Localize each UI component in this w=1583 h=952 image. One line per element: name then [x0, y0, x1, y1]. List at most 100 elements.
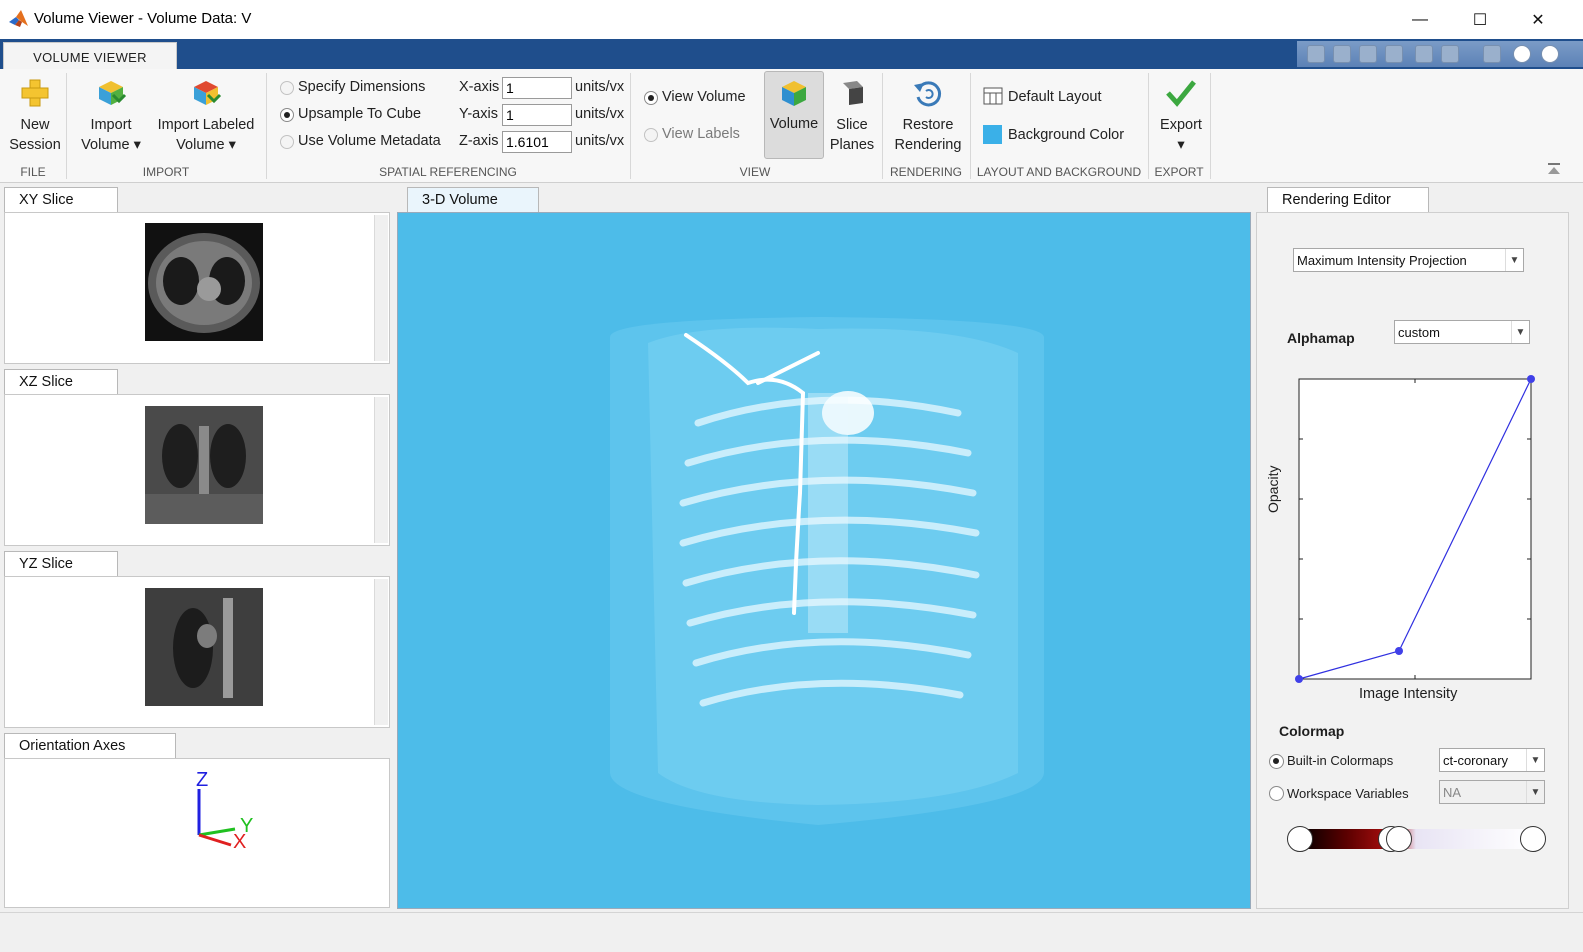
y-axis-input[interactable] [502, 104, 572, 126]
xy-slice-scrollbar[interactable] [374, 215, 388, 361]
yz-slice-image[interactable] [145, 588, 263, 706]
cut-icon[interactable] [1333, 45, 1351, 63]
axis-z-label: Z [196, 769, 209, 791]
upsample-to-cube-radio[interactable] [280, 108, 294, 122]
minimize-button[interactable]: — [1397, 6, 1443, 34]
orientation-axes-panel: Z Y X [4, 758, 390, 908]
tab-rendering-editor[interactable]: Rendering Editor [1267, 187, 1429, 213]
view-labels-label: View Labels [662, 126, 740, 142]
view-volume-label: View Volume [662, 89, 746, 105]
divider [66, 73, 67, 179]
builtin-colormap-dropdown[interactable]: ct-coronary ▼ [1439, 748, 1545, 772]
slice-planes-button[interactable]: Slice Planes [828, 77, 876, 155]
colormap-handle[interactable] [1386, 826, 1412, 852]
colormap-handle[interactable] [1520, 826, 1546, 852]
intensity-axis-label: Image Intensity [1359, 686, 1458, 702]
use-volume-metadata-radio[interactable] [280, 135, 294, 149]
colormap-label: Colormap [1279, 723, 1345, 739]
view-labels-radio[interactable] [644, 128, 658, 142]
export-label: Export [1160, 117, 1202, 133]
close-button[interactable]: ✕ [1515, 6, 1561, 34]
plus-icon [21, 79, 49, 107]
dropdown-arrow-icon: ▾ [228, 137, 236, 153]
restore-icon [914, 81, 942, 107]
default-layout-button[interactable]: Default Layout [1008, 89, 1102, 105]
rendering-editor-panel: Maximum Intensity Projection ▼ Alphamap … [1256, 212, 1569, 909]
workspace-variable-dropdown[interactable]: NA ▼ [1439, 780, 1545, 804]
tab-orientation-axes[interactable]: Orientation Axes [4, 733, 176, 759]
background-color-button[interactable]: Background Color [1008, 127, 1124, 143]
default-layout-icon [983, 87, 1003, 105]
group-label-layout: LAYOUT AND BACKGROUND [976, 165, 1142, 179]
tab-xy-slice[interactable]: XY Slice [4, 187, 118, 213]
ribbon: New Session FILE Import Volume ▾ Import … [0, 69, 1583, 183]
switch-windows-icon[interactable] [1483, 45, 1501, 63]
import-volume-label-1: Import [90, 117, 132, 133]
slice-planes-icon [843, 81, 863, 105]
matlab-logo-icon [9, 10, 28, 27]
xy-slice-image[interactable] [145, 223, 263, 341]
view-volume-radio[interactable] [644, 91, 658, 105]
slice-planes-label-2: Planes [829, 137, 875, 153]
alphamap-plot[interactable] [1289, 371, 1545, 687]
import-labeled-volume-button[interactable]: Import Labeled Volume ▾ [152, 77, 260, 155]
paste-icon[interactable] [1385, 45, 1403, 63]
window-title: Volume Viewer - Volume Data: V [34, 10, 252, 27]
alphamap-point[interactable] [1395, 647, 1403, 655]
volume-button[interactable]: Volume [764, 71, 824, 159]
tab-3d-volume[interactable]: 3-D Volume [407, 187, 539, 213]
save-icon[interactable] [1307, 45, 1325, 63]
copy-icon[interactable] [1359, 45, 1377, 63]
import-volume-button[interactable]: Import Volume ▾ [74, 77, 148, 155]
y-axis-unit: units/vx [575, 106, 625, 122]
collapse-ribbon-icon[interactable] [1546, 161, 1562, 177]
chevron-down-icon: ▼ [1526, 749, 1544, 771]
xz-slice-image[interactable] [145, 406, 263, 524]
xy-slice-panel [4, 212, 390, 364]
dropdown-arrow-icon: ▾ [1177, 137, 1185, 153]
tab-volume-viewer[interactable]: VOLUME VIEWER [3, 42, 177, 71]
restore-label-1: Restore [902, 117, 954, 133]
maximize-button[interactable]: ☐ [1457, 6, 1503, 34]
specify-dimensions-radio[interactable] [280, 81, 294, 95]
opacity-axis-label: Opacity [1265, 465, 1281, 513]
export-button[interactable]: Export ▾ [1152, 77, 1210, 155]
z-axis-label: Z-axis [459, 133, 499, 149]
restore-label-2: Rendering [894, 137, 962, 153]
tab-yz-slice[interactable]: YZ Slice [4, 551, 118, 577]
builtin-colormaps-radio[interactable] [1269, 754, 1284, 769]
redo-icon[interactable] [1441, 45, 1459, 63]
checkmark-icon [1166, 80, 1196, 107]
render-mode-dropdown[interactable]: Maximum Intensity Projection ▼ [1293, 248, 1524, 272]
use-volume-metadata-label: Use Volume Metadata [298, 133, 441, 149]
x-axis-input[interactable] [502, 77, 572, 99]
yz-slice-scrollbar[interactable] [374, 579, 388, 725]
new-session-button[interactable]: New Session [6, 77, 64, 155]
alphamap-dropdown[interactable]: custom ▼ [1394, 320, 1530, 344]
divider [1148, 73, 1149, 179]
z-axis-input[interactable] [502, 131, 572, 153]
xz-slice-scrollbar[interactable] [374, 397, 388, 543]
import-labeled-label-2: Volume [176, 137, 225, 153]
colormap-bar[interactable] [1299, 829, 1533, 849]
builtin-colormaps-label: Built-in Colormaps [1287, 753, 1394, 768]
yz-slice-panel [4, 576, 390, 728]
group-label-import: IMPORT [142, 165, 190, 179]
alphamap-point[interactable] [1527, 375, 1535, 383]
background-color-swatch [983, 125, 1002, 144]
group-label-file: FILE [20, 165, 46, 179]
rendered-volume-image[interactable] [398, 213, 1250, 908]
help-icon[interactable] [1513, 45, 1531, 63]
group-label-spatial: SPATIAL REFERENCING [379, 165, 517, 179]
alphamap-point[interactable] [1295, 675, 1303, 683]
colormap-handle[interactable] [1287, 826, 1313, 852]
restore-rendering-button[interactable]: Restore Rendering [890, 77, 966, 155]
volume-view[interactable] [397, 212, 1251, 909]
tab-xz-slice[interactable]: XZ Slice [4, 369, 118, 395]
volume-label: Volume [769, 116, 819, 132]
workspace-variables-radio[interactable] [1269, 786, 1284, 801]
import-labeled-label-1: Import Labeled [157, 117, 255, 133]
workspace-variable-value: NA [1443, 785, 1462, 800]
expand-icon[interactable] [1541, 45, 1559, 63]
undo-icon[interactable] [1415, 45, 1433, 63]
